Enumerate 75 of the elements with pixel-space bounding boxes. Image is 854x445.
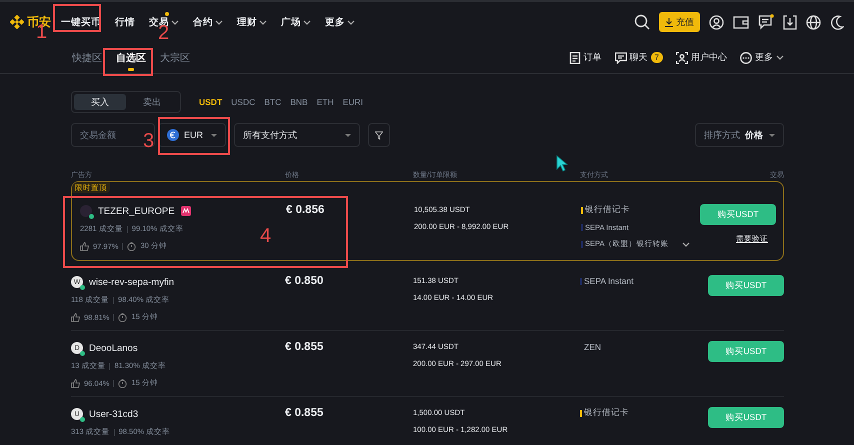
timer-icon bbox=[118, 378, 128, 388]
download-app-icon[interactable] bbox=[783, 14, 797, 30]
tab[interactable]: 大宗区 bbox=[158, 42, 192, 73]
nav-link[interactable]: 订单 bbox=[568, 51, 602, 64]
timer-icon bbox=[127, 242, 136, 250]
payment-method: 银行借记卡 bbox=[584, 407, 629, 419]
download-icon bbox=[665, 18, 673, 26]
nav-link[interactable]: 更多 bbox=[740, 51, 784, 64]
asset-tab[interactable]: BNB bbox=[290, 97, 308, 107]
payment-method: SEPA Instant bbox=[584, 276, 634, 286]
document-icon bbox=[568, 52, 581, 64]
tab[interactable]: 自选区 bbox=[114, 42, 148, 73]
payment-method: ZEN bbox=[584, 342, 601, 352]
sort-select[interactable]: 排序方式 价格 bbox=[695, 123, 784, 147]
globe-icon[interactable] bbox=[806, 14, 821, 30]
nav-item[interactable]: 理财 bbox=[237, 16, 267, 28]
chevron-icon bbox=[171, 18, 179, 26]
currency-select[interactable]: EUR bbox=[158, 123, 226, 147]
asset-tab[interactable]: ETH bbox=[316, 97, 334, 107]
notification-dot bbox=[165, 12, 169, 16]
cursor-icon bbox=[556, 155, 568, 172]
nav-link[interactable]: 聊天 7 bbox=[614, 51, 663, 64]
more-icon bbox=[740, 52, 752, 64]
price: € 0.856 bbox=[286, 204, 326, 216]
annotation-number: 4 bbox=[260, 226, 272, 246]
asset-tab[interactable]: USDC bbox=[231, 97, 256, 107]
caret-icon bbox=[769, 134, 775, 136]
advertiser-name[interactable]: User-31cd3 bbox=[89, 408, 138, 420]
chevron-icon bbox=[776, 54, 784, 61]
price: € 0.850 bbox=[285, 275, 324, 287]
user-icon[interactable] bbox=[709, 14, 724, 30]
moon-icon[interactable] bbox=[830, 14, 844, 30]
nav-item[interactable]: 广场 bbox=[281, 16, 311, 28]
tab[interactable]: 快捷区 bbox=[70, 42, 104, 73]
thumbs-up-icon bbox=[80, 242, 89, 250]
annotation-box bbox=[53, 4, 101, 32]
trade-side-option[interactable]: 卖出 bbox=[126, 94, 178, 110]
nav-item[interactable]: 合约 bbox=[193, 16, 223, 28]
caret-icon bbox=[211, 134, 217, 136]
advertiser-name[interactable]: DeooLanos bbox=[89, 342, 138, 354]
chevron-icon bbox=[303, 18, 311, 26]
search-icon[interactable] bbox=[634, 14, 650, 30]
trade-side-option[interactable]: 买入 bbox=[74, 94, 126, 110]
logo-icon[interactable] bbox=[10, 15, 24, 29]
asset-tab[interactable]: USDT bbox=[199, 97, 222, 107]
price: € 0.855 bbox=[285, 341, 324, 353]
asset-tab[interactable]: EURI bbox=[342, 97, 364, 107]
chevron-icon bbox=[215, 18, 223, 26]
user-center-icon bbox=[676, 52, 688, 64]
nav-link[interactable]: 用户中心 bbox=[676, 51, 727, 64]
payment-method: 银行借记卡 bbox=[585, 204, 630, 216]
euro-coin-icon bbox=[167, 129, 179, 141]
annotation-box bbox=[158, 117, 230, 155]
annotation-box bbox=[103, 48, 153, 76]
advertiser-name[interactable]: wise-rev-sepa-myfin bbox=[89, 276, 174, 288]
expand-chevron-icon[interactable] bbox=[682, 240, 690, 248]
deposit-button[interactable]: 充值 bbox=[659, 12, 700, 32]
wallet-icon[interactable] bbox=[733, 15, 749, 29]
nav-item[interactable]: 更多 bbox=[325, 16, 355, 28]
caret-icon bbox=[345, 134, 351, 136]
thumbs-up-icon bbox=[71, 378, 80, 388]
chevron-icon bbox=[347, 18, 355, 26]
thumbs-up-icon bbox=[71, 312, 80, 322]
advertiser-name[interactable]: TEZER_EUROPE bbox=[98, 206, 175, 216]
filter-icon bbox=[375, 130, 383, 140]
price: € 0.855 bbox=[285, 407, 324, 419]
notification-badge: 7 bbox=[650, 52, 663, 63]
chat-icon bbox=[614, 52, 627, 64]
message-icon[interactable] bbox=[758, 14, 774, 30]
timer-icon bbox=[118, 312, 128, 322]
nav-item[interactable]: 行情 bbox=[115, 16, 135, 28]
payment-select[interactable]: 所有支付方式 bbox=[234, 123, 360, 147]
chevron-icon bbox=[259, 18, 267, 26]
filter-button[interactable] bbox=[368, 123, 390, 147]
asset-tab[interactable]: BTC bbox=[264, 97, 282, 107]
